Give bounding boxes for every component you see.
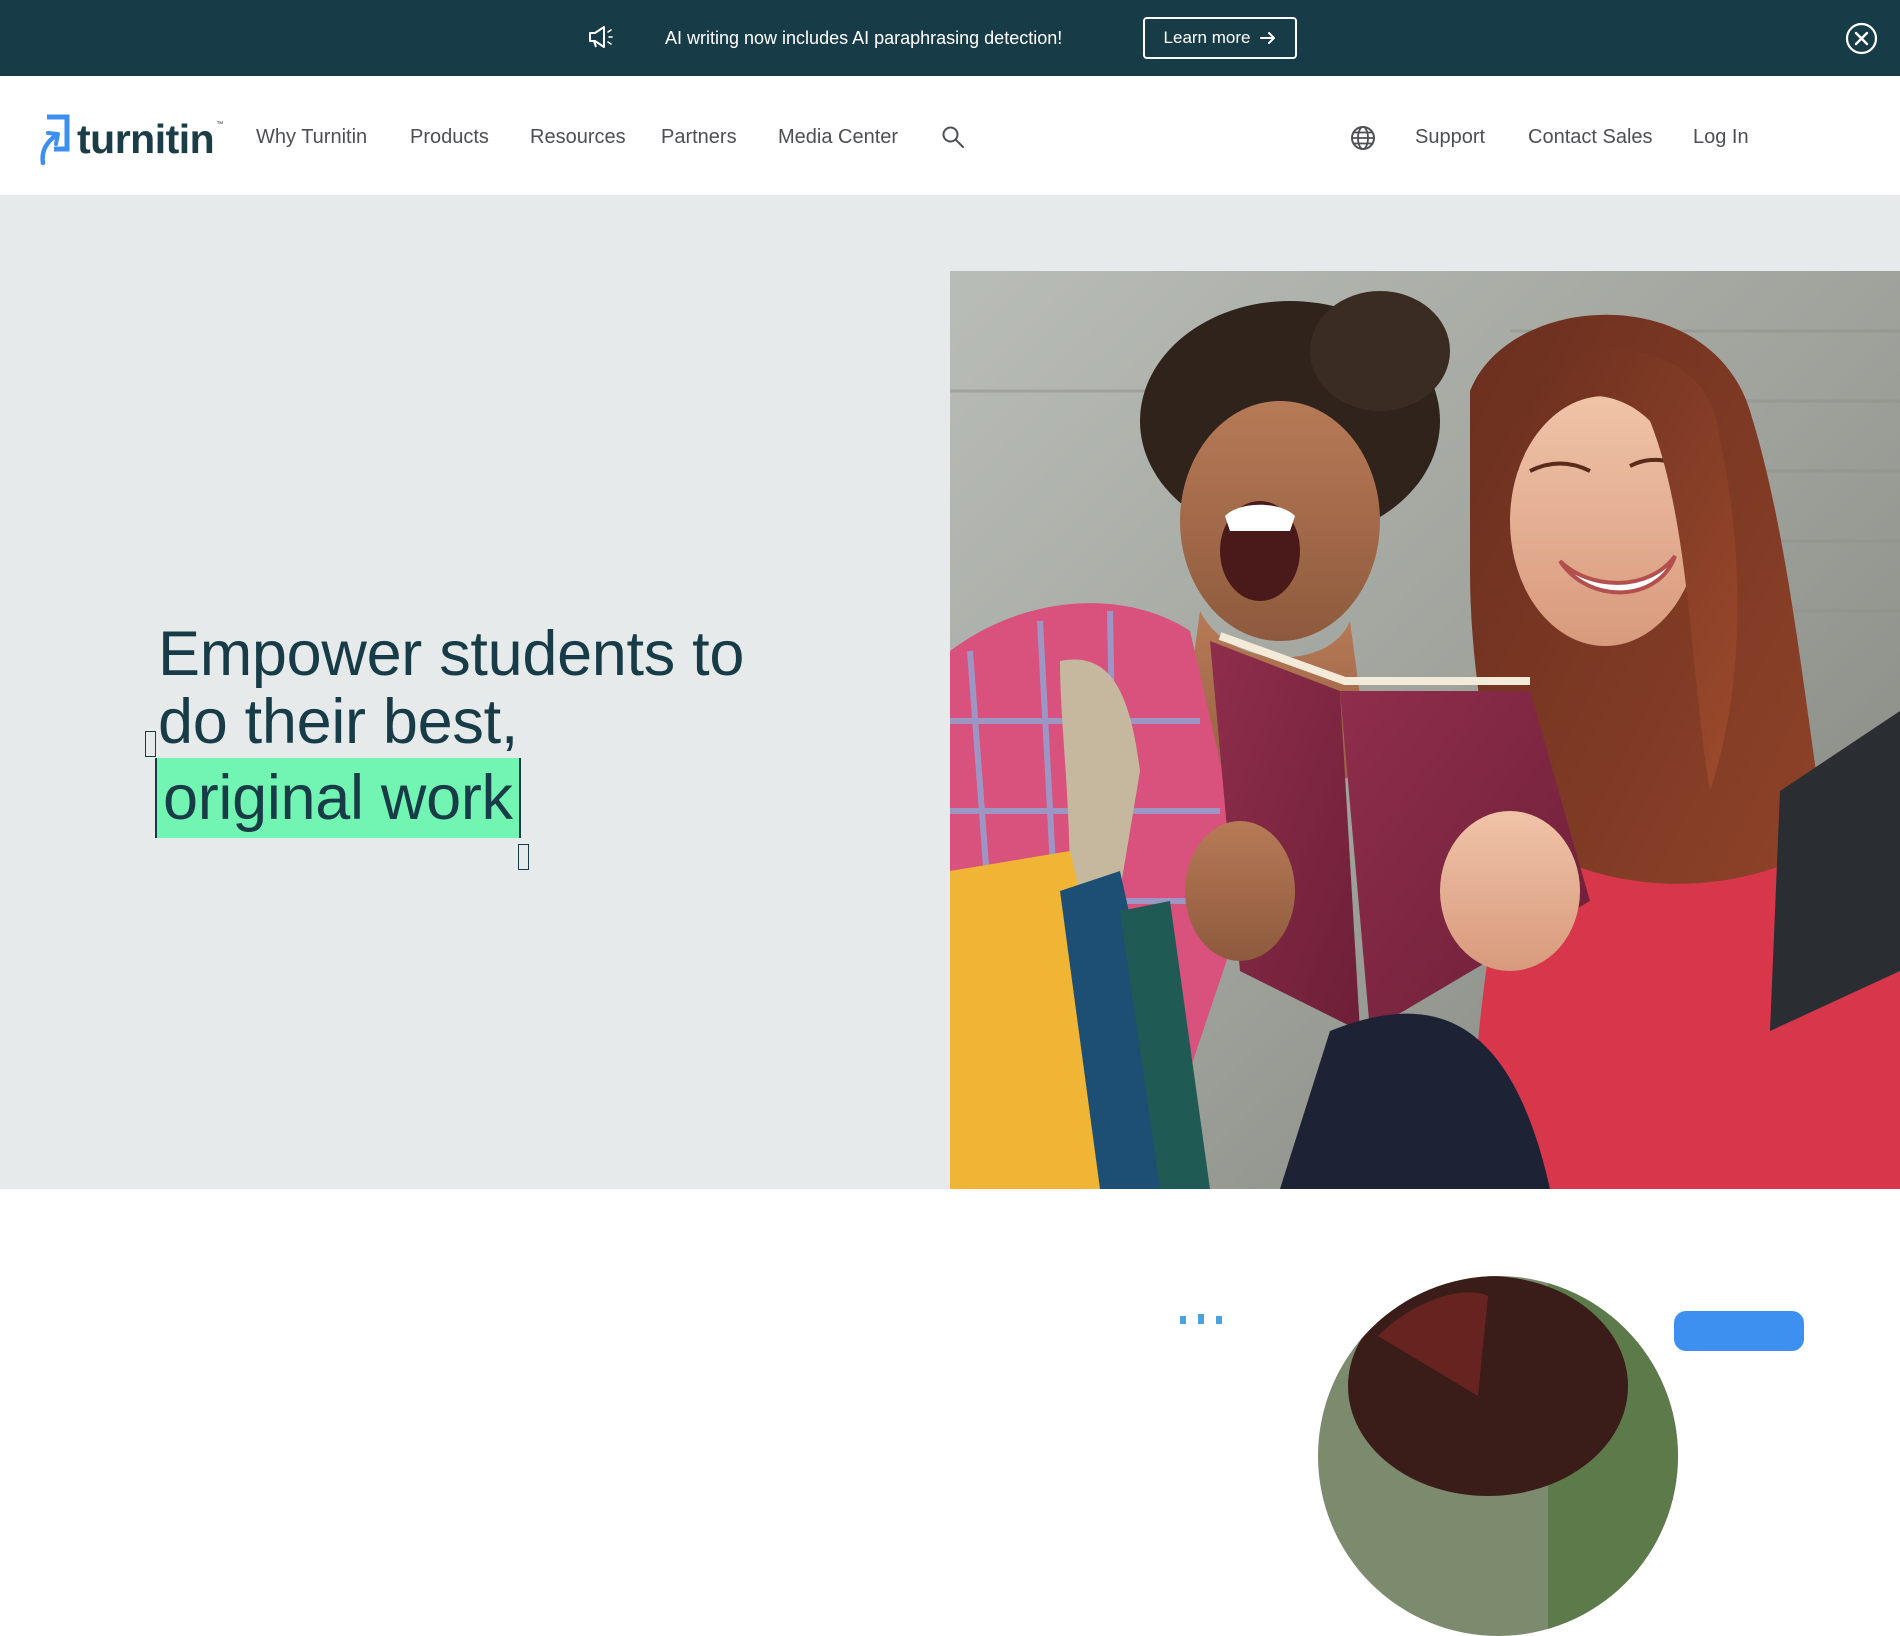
headline-highlight: original work [163,763,513,833]
nav-log-in[interactable]: Log In [1693,124,1749,150]
students-photo [950,271,1900,1189]
nav-why-turnitin[interactable]: Why Turnitin [256,124,367,150]
globe-icon[interactable] [1350,125,1376,151]
selection-end-handle[interactable] [518,844,529,870]
turnitin-logo[interactable]: turnitin ™ [37,113,223,165]
nav-products[interactable]: Products [410,124,489,150]
headline-line-2: do their best, [158,687,519,757]
student-portrait [1318,1276,1678,1636]
testimonial-photo [1318,1276,1678,1636]
arrow-right-icon [1260,32,1276,44]
selection-start-handle[interactable] [145,731,156,757]
hero-image [950,271,1900,1189]
announcement-text: AI writing now includes AI paraphrasing … [665,28,1063,48]
logo-trademark: ™ [216,121,224,128]
learn-more-label: Learn more [1163,28,1251,47]
close-circle-icon[interactable] [1845,22,1878,55]
logo-wordmark: turnitin [77,115,215,162]
hero-headline: Empower students to do their best, [158,620,744,756]
highlighted-text-selection[interactable]: original work [155,758,521,838]
headline-line-1: Empower students to [158,619,745,689]
section-cta-button[interactable] [1674,1311,1804,1351]
nav-contact-sales[interactable]: Contact Sales [1528,124,1653,150]
search-icon[interactable] [941,125,965,149]
megaphone-icon [589,26,613,48]
section-heading-fragment [1180,1314,1222,1324]
nav-partners[interactable]: Partners [661,124,737,150]
learn-more-button[interactable]: Learn more [1143,17,1297,59]
announcement-banner: AI writing now includes AI paraphrasing … [0,0,1900,76]
logo-mark-icon [40,114,70,165]
nav-resources[interactable]: Resources [530,124,626,150]
nav-support[interactable]: Support [1415,124,1485,150]
nav-media-center[interactable]: Media Center [778,124,898,150]
next-section [0,1189,1900,1321]
